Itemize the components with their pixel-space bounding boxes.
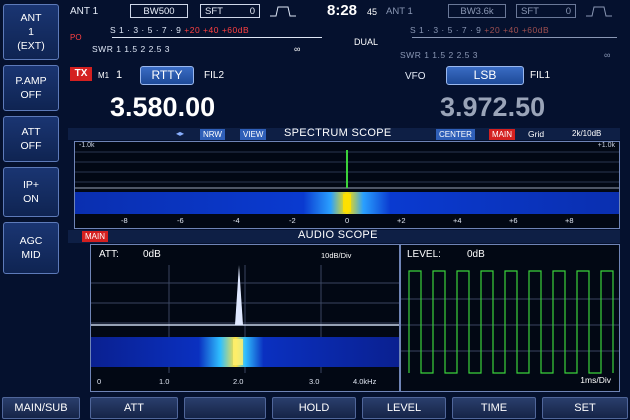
sub-frequency[interactable]: 3.972.50 <box>440 92 545 123</box>
ant-number: 1 <box>28 26 34 38</box>
softkey-main-sub[interactable]: MAIN/SUB <box>2 397 80 419</box>
softkey-time[interactable]: TIME <box>452 397 536 419</box>
sub-meter-line <box>412 37 617 38</box>
softkey-hold[interactable]: HOLD <box>272 397 356 419</box>
sft-sub-label: SFT <box>521 6 539 17</box>
softkey-att[interactable]: ATT <box>90 397 178 419</box>
softkey-level[interactable]: LEVEL <box>362 397 446 419</box>
main-s-scale: 1 · 3 · 5 · 7 · 9 <box>119 25 182 35</box>
mode-lsb-button[interactable]: LSB <box>446 66 524 85</box>
mode-rtty-button[interactable]: RTTY <box>140 66 194 85</box>
sub-s-label: S <box>410 25 417 35</box>
sft-main-label: SFT <box>205 6 223 17</box>
main-frequency[interactable]: 3.580.00 <box>110 92 215 123</box>
ipplus-value: ON <box>23 193 39 205</box>
sft-main-box: SFT 0 <box>200 4 260 18</box>
agc-label: AGC <box>19 235 43 247</box>
main-po-label: PO <box>70 33 82 42</box>
main-swr-infinity: ∞ <box>294 44 301 54</box>
spectrum-display[interactable]: -1.0k +1.0k -8 -6 -4 -2 0 +2 +4 +6 +8 <box>74 141 620 229</box>
ant-label: ANT <box>20 12 42 24</box>
sub-s-plus: +20 +40 +60dB <box>484 25 550 35</box>
dual-watch-indicator: DUAL <box>354 37 379 47</box>
fft-tick: 3.0 <box>309 377 320 386</box>
fft-tick: 2.0 <box>233 377 244 386</box>
vfo-main-number: 1 <box>116 69 123 81</box>
main-s-plus: +20 +40 +60dB <box>184 25 250 35</box>
spectrum-left-mark: -1.0k <box>79 142 95 149</box>
filter-sub-label: FIL1 <box>530 70 551 81</box>
spectrum-tick: -2 <box>289 216 296 225</box>
audio-main-tag[interactable]: MAIN <box>82 231 108 242</box>
filter-main-label: FIL2 <box>204 70 225 81</box>
ipplus-label: IP+ <box>22 179 40 191</box>
memory-indicator: M1 <box>98 71 110 80</box>
spectrum-tick: +8 <box>565 216 574 225</box>
att-side-value: OFF <box>20 140 42 152</box>
spectrum-tick: -8 <box>121 216 128 225</box>
main-s-label: S <box>110 25 117 35</box>
spectrum-title: SPECTRUM SCOPE <box>284 127 392 139</box>
preamp-label: P.AMP <box>15 75 47 87</box>
grid-label: Grid <box>528 129 545 139</box>
main-swr-label: SWR <box>92 44 114 54</box>
scope-arrow-icon[interactable]: ◂▸ <box>176 129 184 138</box>
spectrum-tick: -6 <box>177 216 184 225</box>
sub-swr-values: 1 1.5 2 2.5 3 <box>424 50 478 60</box>
sub-swr-label: SWR <box>400 50 422 60</box>
ant-ext: (EXT) <box>17 40 45 52</box>
softkey-blank[interactable] <box>184 397 266 419</box>
sft-main-value: 0 <box>249 6 255 17</box>
oscilloscope-graph <box>401 270 619 374</box>
ipplus-button[interactable]: IP+ ON <box>3 167 59 217</box>
softkey-set[interactable]: SET <box>542 397 628 419</box>
ant-main-indicator: ANT 1 <box>70 6 99 17</box>
sub-swr-scale: SWR 1 1.5 2 2.5 3 <box>400 50 478 60</box>
sub-swr-infinity: ∞ <box>604 50 611 60</box>
att-side-label: ATT <box>21 126 41 138</box>
audio-title: AUDIO SCOPE <box>298 229 378 241</box>
agc-value: MID <box>21 249 41 261</box>
audio-oscilloscope-display[interactable]: LEVEL: 0dB 1ms/Div <box>400 244 620 392</box>
sub-s-scale: 1 · 3 · 5 · 7 · 9 <box>419 25 482 35</box>
sub-s-meter-scale: S 1 · 3 · 5 · 7 · 9 +20 +40 +60dB <box>410 25 549 35</box>
main-s-meter-scale: S 1 · 3 · 5 · 7 · 9 +20 +40 +60dB <box>110 25 249 35</box>
clock-seconds: 45 <box>367 7 378 17</box>
clock-time: 8:28 <box>327 2 358 19</box>
main-scope-tag[interactable]: MAIN <box>489 129 515 140</box>
spectrum-tick: -4 <box>233 216 240 225</box>
att-side-button[interactable]: ATT OFF <box>3 116 59 162</box>
center-mode-button[interactable]: CENTER <box>436 129 475 140</box>
spectrum-tick: 0 <box>345 216 350 225</box>
spectrum-right-mark: +1.0k <box>597 142 615 149</box>
view-button[interactable]: VIEW <box>240 129 267 140</box>
spectrum-tick: +2 <box>397 216 406 225</box>
fft-tick: 4.0kHz <box>353 377 377 386</box>
nrw-button[interactable]: NRW <box>200 129 225 140</box>
sft-sub-value: 0 <box>565 6 571 17</box>
bw-sub-box: BW3.6k <box>448 4 506 18</box>
preamp-button[interactable]: P.AMP OFF <box>3 65 59 111</box>
fft-tick: 1.0 <box>159 377 170 386</box>
agc-button[interactable]: AGC MID <box>3 222 59 274</box>
spectrum-tick: +4 <box>453 216 462 225</box>
span-label: 2k/10dB <box>572 129 602 138</box>
main-meter-line <box>112 37 322 38</box>
audio-fft-graph <box>91 265 399 373</box>
fft-tick: 0 <box>97 377 102 386</box>
preamp-value: OFF <box>20 89 42 101</box>
audio-fft-display[interactable]: ATT: 0dB 10dB/Div 0 1.0 2.0 3.0 4.0kHz <box>90 244 400 392</box>
bw-main-box: BW500 <box>130 4 188 18</box>
sft-sub-box: SFT 0 <box>516 4 576 18</box>
filter-shape-sub-icon <box>586 6 612 17</box>
main-swr-values: 1 1.5 2 2.5 3 <box>116 44 170 54</box>
spectrum-tick: +6 <box>509 216 518 225</box>
ant-sub-indicator: ANT 1 <box>386 6 413 17</box>
main-swr-scale: SWR 1 1.5 2 2.5 3 <box>92 44 170 54</box>
tx-indicator: TX <box>70 67 92 81</box>
ant-button[interactable]: ANT 1 (EXT) <box>3 4 59 60</box>
osc-scale-label: 1ms/Div <box>580 375 611 385</box>
filter-shape-main-icon <box>270 6 296 17</box>
vfo-sub-label: VFO <box>405 71 426 82</box>
